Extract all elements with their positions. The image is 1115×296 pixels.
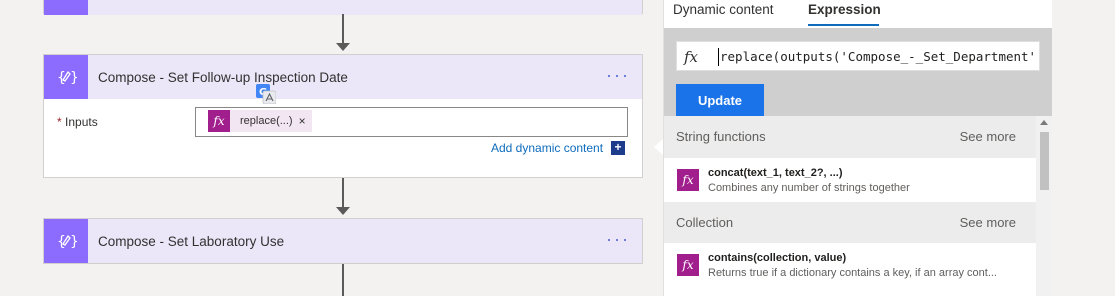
compose-icon bbox=[44, 0, 88, 15]
card-header[interactable]: { } Compose - Set Follow-up Inspection D… bbox=[44, 55, 642, 99]
connector-arrow bbox=[336, 43, 350, 51]
expression-editor-area: fx replace(outputs('Compose_-_Set_Depart… bbox=[664, 28, 1052, 116]
card-title: Compose - Set Follow-up Inspection Date bbox=[98, 69, 348, 85]
function-description: Returns true if a dictionary contains a … bbox=[708, 267, 997, 279]
inputs-field[interactable]: fx replace(...) × bbox=[195, 107, 628, 137]
function-description: Combines any number of strings together bbox=[708, 182, 910, 194]
svg-text:}: } bbox=[70, 70, 77, 86]
section-title: Collection bbox=[676, 215, 734, 230]
compose-icon: { } bbox=[44, 219, 88, 263]
update-button[interactable]: Update bbox=[676, 84, 764, 116]
fx-icon: fx bbox=[208, 110, 230, 132]
compose-icon: { } bbox=[44, 55, 88, 99]
connector-line bbox=[342, 14, 344, 44]
inputs-label: * Inputs bbox=[57, 115, 98, 129]
compose-card-followup[interactable]: { } Compose - Set Follow-up Inspection D… bbox=[43, 54, 643, 178]
fx-icon: fx bbox=[684, 48, 699, 66]
panel-pointer bbox=[654, 139, 663, 155]
function-list-scrollbar[interactable] bbox=[1036, 116, 1052, 296]
text-caret bbox=[718, 48, 719, 66]
tab-expression[interactable]: Expression bbox=[808, 2, 881, 17]
expression-input[interactable]: fx replace(outputs('Compose_-_Set_Depart… bbox=[676, 41, 1040, 71]
expression-token[interactable]: fx replace(...) × bbox=[208, 110, 312, 132]
function-item-contains[interactable]: fx contains(collection, value) Returns t… bbox=[664, 243, 1036, 287]
connector-line bbox=[342, 178, 344, 208]
function-signature: contains(collection, value) bbox=[708, 252, 847, 264]
see-more-button[interactable]: See more bbox=[960, 129, 1016, 144]
more-options-button[interactable]: ··· bbox=[606, 66, 630, 84]
function-list: String functions See more fx concat(text… bbox=[664, 116, 1036, 296]
add-dynamic-content-plus-icon[interactable]: + bbox=[611, 141, 625, 155]
card-header[interactable] bbox=[44, 0, 642, 15]
compose-card-laboratory[interactable]: { } Compose - Set Laboratory Use ··· bbox=[43, 218, 643, 264]
remove-token-button[interactable]: × bbox=[297, 114, 312, 128]
active-tab-indicator bbox=[808, 24, 879, 26]
token-label: replace(...) bbox=[240, 115, 293, 127]
fx-icon: fx bbox=[677, 169, 699, 191]
more-options-button[interactable]: ··· bbox=[606, 230, 630, 248]
fx-icon: fx bbox=[677, 254, 699, 276]
section-header-string-functions: String functions See more bbox=[664, 116, 1036, 158]
card-title: Compose - Set Laboratory Use bbox=[98, 233, 285, 249]
dynamic-content-panel: Dynamic content Expression fx replace(ou… bbox=[663, 0, 1052, 296]
required-marker: * bbox=[57, 115, 62, 129]
section-header-collection: Collection See more bbox=[664, 202, 1036, 244]
connector-line bbox=[342, 264, 344, 296]
section-title: String functions bbox=[676, 129, 766, 144]
svg-text:}: } bbox=[70, 234, 77, 250]
compose-card-top[interactable] bbox=[43, 0, 643, 15]
function-signature: concat(text_1, text_2?, ...) bbox=[708, 167, 843, 179]
inputs-label-text: Inputs bbox=[65, 115, 98, 129]
connector-arrow bbox=[336, 207, 350, 215]
function-item-concat[interactable]: fx concat(text_1, text_2?, ...) Combines… bbox=[664, 158, 1036, 202]
card-header[interactable]: { } Compose - Set Laboratory Use ··· bbox=[44, 219, 642, 263]
add-dynamic-content-link[interactable]: Add dynamic content bbox=[491, 141, 603, 155]
panel-tabs: Dynamic content Expression bbox=[664, 0, 1052, 28]
expression-text[interactable]: replace(outputs('Compose_-_Set_Departmen… bbox=[720, 49, 1038, 64]
google-translate-icon[interactable]: G bbox=[256, 84, 277, 105]
see-more-button[interactable]: See more bbox=[960, 215, 1016, 230]
scroll-thumb[interactable] bbox=[1040, 132, 1049, 190]
tab-dynamic-content[interactable]: Dynamic content bbox=[673, 2, 774, 17]
scroll-up-icon[interactable] bbox=[1040, 120, 1048, 125]
